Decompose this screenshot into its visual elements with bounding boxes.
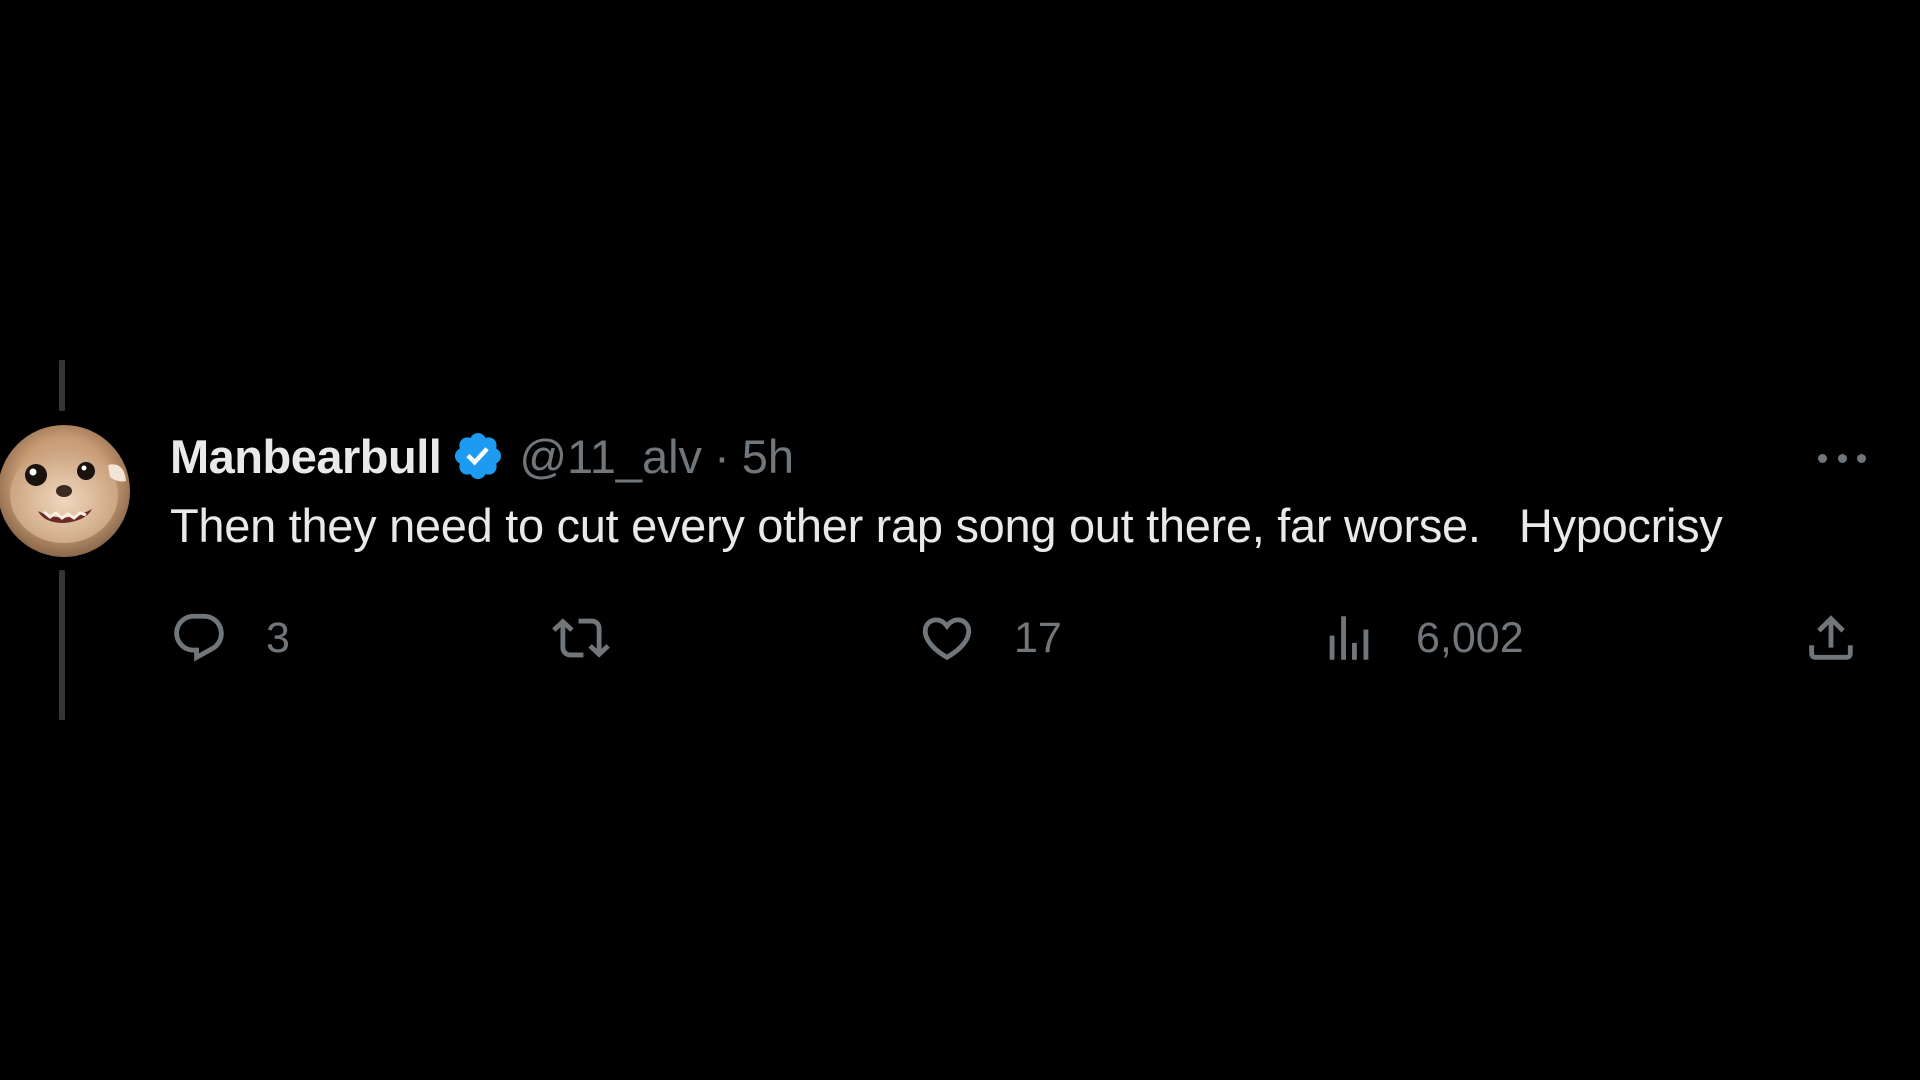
views-chart-icon <box>1329 616 1369 660</box>
reply-icon <box>174 613 224 662</box>
retweet-button[interactable] <box>552 604 648 672</box>
like-button[interactable]: 17 <box>918 604 1062 672</box>
retweet-icon <box>552 618 610 658</box>
verified-badge-icon <box>451 429 505 483</box>
share-button[interactable] <box>1802 604 1860 672</box>
timestamp[interactable]: 5h <box>742 429 794 484</box>
separator-dot: · <box>714 429 730 483</box>
avatar-image <box>0 425 130 557</box>
reply-button[interactable]: 3 <box>170 604 290 672</box>
reply-count: 3 <box>266 613 290 662</box>
avatar[interactable] <box>0 425 130 557</box>
tweet-text: Then they need to cut every other rap so… <box>170 499 1723 552</box>
display-name[interactable]: Manbearbull <box>170 429 442 484</box>
tweet-header: Manbearbull @11_alv · 5h <box>170 426 794 486</box>
view-count: 6,002 <box>1416 613 1524 662</box>
more-dot <box>1818 453 1827 463</box>
heart-icon <box>922 617 972 661</box>
more-dot <box>1837 453 1847 463</box>
action-bar: 3 17 6,002 <box>170 604 1880 672</box>
share-icon <box>1809 615 1853 660</box>
like-count: 17 <box>1014 613 1062 662</box>
more-dot <box>1857 453 1866 463</box>
thread-line-bottom <box>59 570 65 720</box>
views-button[interactable]: 6,002 <box>1320 604 1524 672</box>
thread-line-top <box>59 360 65 411</box>
user-handle[interactable]: @11_alv <box>519 429 702 484</box>
tweet[interactable]: Manbearbull @11_alv · 5h Then they need … <box>0 0 1920 1080</box>
more-horizontal-icon[interactable] <box>1814 436 1870 480</box>
